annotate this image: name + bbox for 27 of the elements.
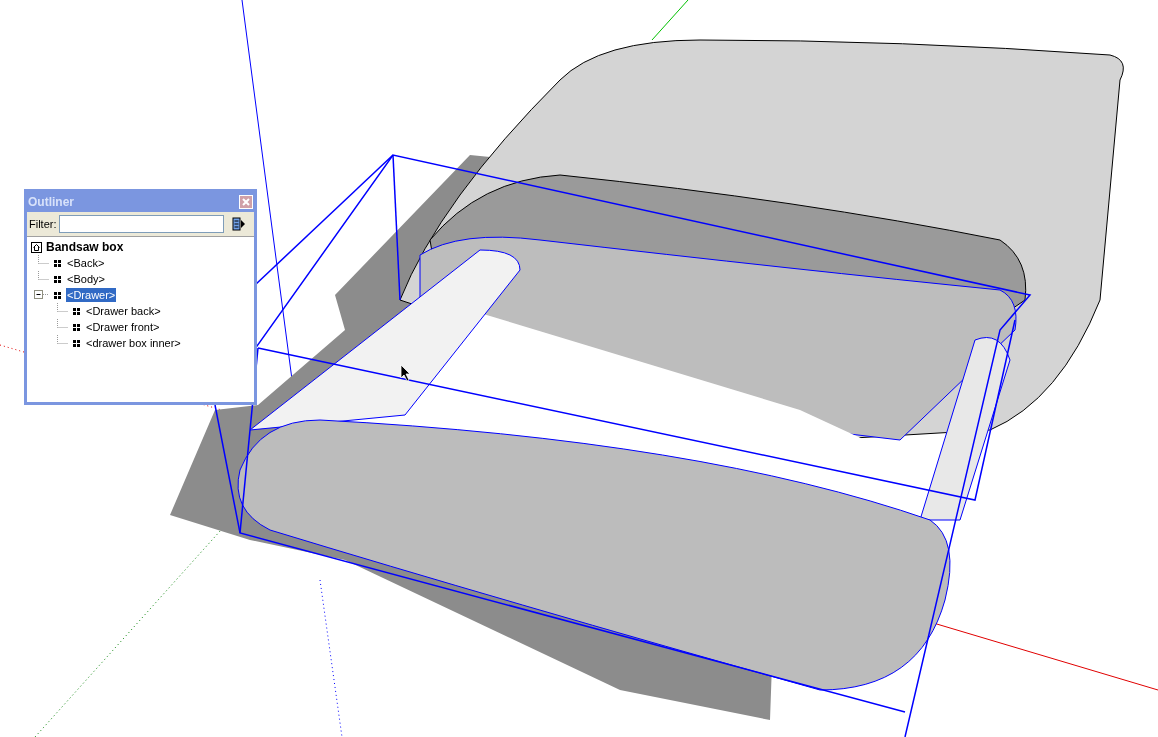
group-icon [52, 273, 63, 285]
tree-item[interactable]: <Body> [66, 272, 106, 286]
group-icon [71, 337, 82, 349]
group-icon [71, 305, 82, 317]
tree-item[interactable]: <Back> [66, 256, 106, 270]
tree-line [57, 335, 68, 344]
close-button[interactable] [239, 195, 253, 209]
tree-line [38, 255, 49, 264]
tree-line [57, 319, 68, 328]
group-icon [52, 289, 63, 301]
tree-line [57, 303, 68, 312]
details-icon[interactable] [231, 216, 246, 232]
tree-item[interactable]: <drawer box inner> [85, 336, 182, 350]
axis-line [651, 0, 689, 41]
filter-label: Filter: [29, 216, 57, 232]
tree-item[interactable]: <Drawer back> [85, 304, 162, 318]
window-title: Outliner [28, 194, 74, 211]
filter-field[interactable] [58, 215, 224, 233]
tree-line [38, 271, 49, 280]
tree-item[interactable]: <Drawer> [66, 288, 117, 302]
house-icon [31, 241, 42, 253]
group-icon [71, 321, 82, 333]
tree-item[interactable]: Bandsaw box [45, 240, 125, 254]
close-icon [242, 198, 250, 206]
tree-item[interactable]: <Drawer front> [85, 320, 161, 334]
group-icon [52, 257, 63, 269]
cursor-icon [400, 364, 411, 382]
